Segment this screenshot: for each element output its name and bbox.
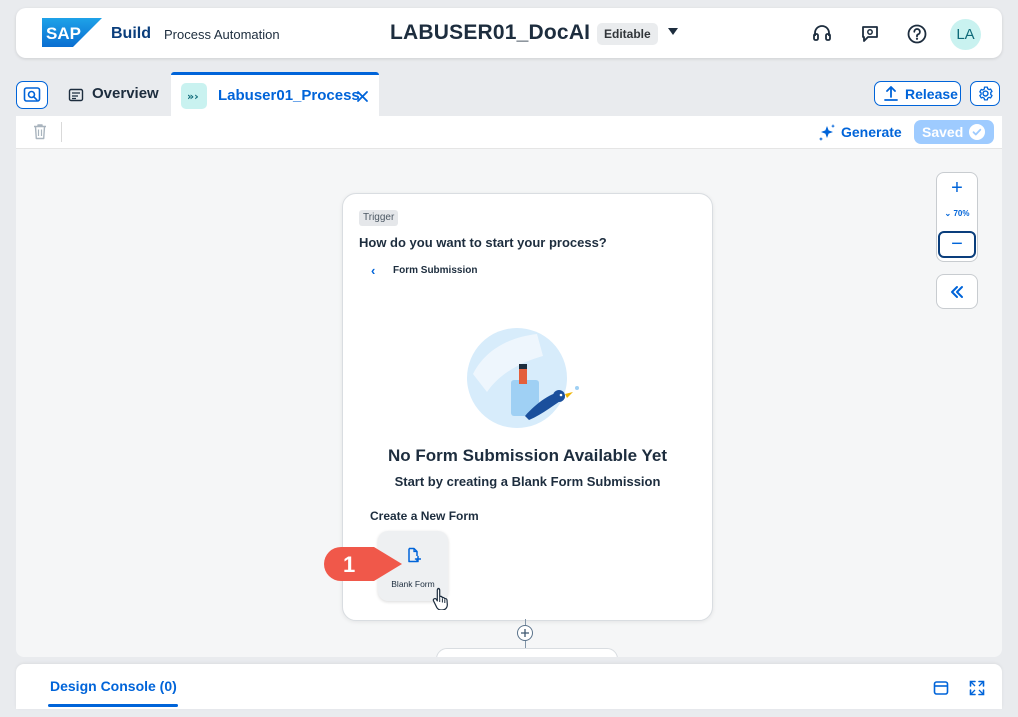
zoom-level[interactable]: ⌄ 70% [937,209,977,218]
delete-icon[interactable] [33,123,47,140]
saved-label: Saved [922,124,964,140]
zoom-in-button[interactable]: + [937,173,977,203]
help-icon[interactable] [906,23,928,45]
sap-logo[interactable]: SAP [42,18,102,47]
saved-button[interactable]: Saved [914,120,994,144]
panel-layout-icon[interactable] [933,680,949,696]
product-name: Build [111,25,151,42]
empty-state-illustration [467,328,579,428]
check-circle-icon [969,124,985,140]
tab-process-label: Labuser01_Process [218,87,360,104]
release-button[interactable]: Release [874,81,961,106]
trigger-tag: Trigger [359,210,399,226]
fullscreen-icon[interactable] [969,680,985,696]
active-tab-indicator [48,704,178,707]
shell-bar: SAP Build Process Automation LABUSER01_D… [16,8,1002,58]
breadcrumb-form-submission: Form Submission [393,265,478,276]
next-step-card[interactable] [436,648,618,657]
svg-text:SAP: SAP [46,24,81,43]
add-step-icon[interactable] [517,625,533,641]
tab-overview-label: Overview [92,85,159,102]
headset-icon[interactable] [811,23,833,45]
chevron-down-icon: ⌄ [944,209,952,218]
gear-icon [979,86,993,101]
empty-state-title: No Form Submission Available Yet [388,446,667,465]
search-process-button[interactable] [16,81,48,109]
status-badge: Editable [597,23,658,45]
design-console: Design Console (0) [16,664,1002,709]
settings-button[interactable] [970,81,1000,106]
canvas-toolbar: Generate Saved [16,116,1002,149]
subproduct-name: Process Automation [164,27,280,42]
create-form-label: Create a New Form [370,509,479,523]
search-doc-icon [23,87,41,102]
process-canvas[interactable]: Generate Saved + ⌄ 70% − Trigger How do … [16,116,1002,657]
double-chevron-left-icon [951,286,963,298]
tab-process[interactable]: »› Labuser01_Process [171,72,379,116]
step-number: 1 [343,552,355,577]
upload-icon [884,86,898,101]
user-avatar[interactable]: LA [950,19,981,50]
zoom-out-button[interactable]: − [938,231,976,258]
back-chevron-icon[interactable]: ‹ [371,263,375,278]
project-menu-dropdown-icon[interactable] [668,28,678,35]
step-callout: 1 [324,547,402,581]
hand-cursor-icon [432,587,448,610]
sparkle-icon [819,124,835,141]
new-form-icon [408,547,421,563]
tab-design-console[interactable]: Design Console (0) [50,678,177,694]
toolbar-divider [61,122,62,142]
overview-icon [68,88,84,102]
zoom-controls: + ⌄ 70% − [936,172,978,262]
trigger-question: How do you want to start your process? [359,235,607,250]
collapse-panel-button[interactable] [936,274,978,309]
empty-state-subtitle: Start by creating a Blank Form Submissio… [394,474,661,489]
feedback-icon[interactable] [859,23,881,45]
close-tab-icon[interactable] [356,90,369,103]
project-title[interactable]: LABUSER01_DocAI [390,21,590,45]
svg-text:»›: »› [187,90,199,103]
release-label: Release [905,86,958,102]
zoom-level-value: 70% [953,209,970,218]
generate-label: Generate [841,124,902,140]
process-icon: »› [181,83,207,109]
